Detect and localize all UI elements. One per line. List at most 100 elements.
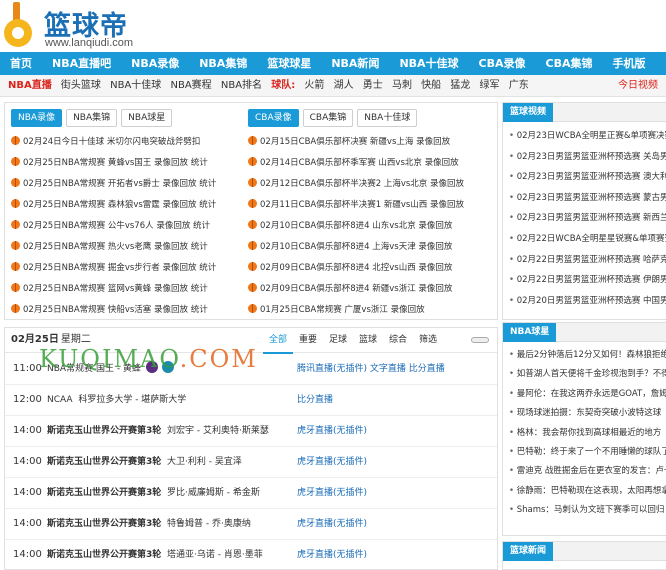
subnav-team-link[interactable]: 火箭 [304, 80, 324, 91]
subnav-today-video[interactable]: 今日视频 [618, 75, 658, 97]
site-header: 篮球帝 www.lanqiudi.com [0, 0, 666, 52]
list-item[interactable]: Shams：马刺认为文班下赛季可以回归 [509, 501, 666, 520]
list-item[interactable]: 徐静雨：巴特勒现在这表现，太阳再想拿到球 [509, 482, 666, 501]
tab-filter[interactable]: 筛选 [413, 328, 443, 354]
subnav-team-link[interactable]: 广东 [509, 80, 529, 91]
nba-video-column: NBA录像 NBA集锦 NBA球星 02月24日今日十佳球 米切尔闪电突破战斧劈… [11, 109, 241, 321]
list-item[interactable]: 02月23日男篮男篮亚洲杯预选赛 关岛男 [509, 147, 666, 168]
subnav-link[interactable]: 街头篮球 [61, 80, 101, 91]
list-item[interactable]: 02月25日NBA常规赛 快船vs活塞 录像回放 统计 [11, 300, 241, 321]
basketball-icon [11, 262, 20, 271]
cba-video-list: 02月15日CBA俱乐部杯决赛 新疆vs上海 录像回放 02月14日CBA俱乐部… [248, 132, 496, 321]
nav-item-home[interactable]: 首页 [0, 52, 42, 75]
list-item[interactable]: 02月10日CBA俱乐部杯8进4 上海vs天津 录像回放 [248, 237, 496, 258]
subnav-team-link[interactable]: 马刺 [392, 80, 412, 91]
basketball-icon [248, 199, 257, 208]
basketball-icon [248, 241, 257, 250]
nav-item-mobile[interactable]: 手机版 [603, 52, 656, 75]
site-url: www.lanqiudi.com [45, 37, 134, 49]
tab-cba-replay[interactable]: CBA录像 [248, 109, 299, 127]
list-item[interactable]: 最后2分钟落后12分又如何！森林狼拒绝认输 [509, 346, 666, 365]
list-item[interactable]: 格林：我会帮你找到高球相最近的地方 [509, 424, 666, 443]
list-item[interactable]: 02月23日男篮男篮亚洲杯预选赛 蒙古男篮 [509, 188, 666, 209]
nav-item-cba-replay[interactable]: CBA录像 [469, 52, 536, 75]
collapse-toggle[interactable] [471, 337, 489, 343]
subnav-link[interactable]: NBA赛程 [170, 80, 211, 91]
nav-item-basketball-stars[interactable]: 篮球球星 [257, 52, 321, 75]
basketball-icon [248, 220, 257, 229]
list-item[interactable]: 02月24日今日十佳球 米切尔闪电突破战斧劈扣 [11, 132, 241, 153]
schedule-panel: 02月25日 星期二 全部 重要 足球 篮球 综合 筛选 11:00 NBA常规赛… [4, 327, 498, 570]
list-item[interactable]: 02月25日NBA常规赛 黄蜂vs国王 录像回放 统计 [11, 153, 241, 174]
nav-item-nba-live[interactable]: NBA直播吧 [42, 52, 121, 75]
list-item[interactable]: 02月14日CBA俱乐部杯季军赛 山西vs北京 录像回放 [248, 153, 496, 174]
sidebar-video-title[interactable]: 篮球视频 [503, 103, 554, 122]
list-item[interactable]: 02月20日男篮男篮亚洲杯预选赛 中国男篮 [509, 291, 666, 312]
list-item[interactable]: 如普湖人首天便将千金珍视泡到手？不得不说 [509, 365, 666, 384]
list-item[interactable]: 现场球迷拍摄：东契奇突破小波特这球 [509, 404, 666, 423]
nav-item-nba-highlights[interactable]: NBA集锦 [189, 52, 257, 75]
nav-item-nba-news[interactable]: NBA新闻 [321, 52, 389, 75]
list-item[interactable]: 02月23日WCBA全明星正赛&单项赛决赛 [509, 126, 666, 147]
cba-video-column: CBA录像 CBA集锦 NBA十佳球 02月15日CBA俱乐部杯决赛 新疆vs上… [248, 109, 496, 321]
list-item[interactable]: 02月09日CBA俱乐部杯8进4 新疆vs浙江 录像回放 [248, 279, 496, 300]
list-item[interactable]: 02月11日CBA俱乐部杯半决赛1 新疆vs山西 录像回放 [248, 195, 496, 216]
basketball-logo-icon[interactable] [2, 2, 38, 48]
basketball-icon [11, 199, 20, 208]
list-item[interactable]: 02月09日CBA俱乐部杯8进4 北控vs山西 录像回放 [248, 258, 496, 279]
list-item[interactable]: 02月25日NBA常规赛 公牛vs76人 录像回放 统计 [11, 216, 241, 237]
nav-item-cba-highlights[interactable]: CBA集锦 [536, 52, 603, 75]
subnav-link[interactable]: NBA十佳球 [110, 80, 161, 91]
list-item[interactable]: 02月15日CBA俱乐部杯决赛 新疆vs上海 录像回放 [248, 132, 496, 153]
subnav-team-link[interactable]: 勇士 [363, 80, 383, 91]
sidebar-stars-panel: NBA球星 最后2分钟落后12分又如何！森林狼拒绝认输 如普湖人首天便将千金珍视… [502, 322, 666, 536]
list-item[interactable]: 曼阿伦：在我这两乔永远是GOAT，詹姆斯不行 [509, 385, 666, 404]
nav-item-nba-top10[interactable]: NBA十佳球 [389, 52, 468, 75]
nav-item-nba-replay[interactable]: NBA录像 [121, 52, 189, 75]
sidebar-news-title[interactable]: 篮球新闻 [503, 542, 554, 561]
list-item[interactable]: 02月12日CBA俱乐部杯半决赛2 上海vs北京 录像回放 [248, 174, 496, 195]
table-row: 14:00 斯诺克玉山世界公开赛第3轮 罗比·威廉姆斯 - 希金斯 虎牙直播(无… [5, 478, 497, 509]
list-item[interactable]: 02月25日NBA常规赛 开拓者vs爵士 录像回放 统计 [11, 174, 241, 195]
sidebar-news-panel: 篮球新闻 [502, 541, 666, 570]
subnav-nba-live[interactable]: NBA直播 [8, 80, 52, 91]
subnav-team-link[interactable]: 湖人 [334, 80, 354, 91]
basketball-icon [248, 283, 257, 292]
list-item[interactable]: 02月23日男篮男篮亚洲杯预选赛 新西兰男篮 [509, 208, 666, 229]
list-item[interactable]: 02月22日男篮男篮亚洲杯预选赛 伊朗男篮 [509, 270, 666, 291]
tab-nba-stars[interactable]: NBA球星 [121, 109, 173, 127]
list-item[interactable]: 雷迪克 战胜掘金后在更衣室的发言：卢卡 [509, 462, 666, 481]
kuqimao-watermark: KUQIMAO.COM [39, 345, 258, 373]
tab-nba-replay[interactable]: NBA录像 [11, 109, 63, 127]
tab-nba-highlights[interactable]: NBA集锦 [66, 109, 118, 127]
list-item[interactable]: 02月22日WCBA全明星星锐赛&单项赛预赛 [509, 229, 666, 250]
cba-video-tabs: CBA录像 CBA集锦 NBA十佳球 [248, 109, 496, 127]
table-row: 14:00 斯诺克玉山世界公开赛第3轮 刘宏宇 - 艾利奥特·斯莱瑟 虎牙直播(… [5, 416, 497, 447]
subnav-link[interactable]: NBA排名 [221, 80, 262, 91]
subnav-team-link[interactable]: 猛龙 [450, 80, 470, 91]
tab-general[interactable]: 综合 [383, 328, 413, 354]
tab-football[interactable]: 足球 [323, 328, 353, 354]
basketball-icon [11, 304, 20, 313]
nba-video-list: 02月24日今日十佳球 米切尔闪电突破战斧劈扣 02月25日NBA常规赛 黄蜂v… [11, 132, 241, 321]
list-item[interactable]: 02月25日NBA常规赛 掘金vs步行者 录像回放 统计 [11, 258, 241, 279]
list-item[interactable]: 02月25日NBA常规赛 热火vs老鹰 录像回放 统计 [11, 237, 241, 258]
sidebar-stars-title[interactable]: NBA球星 [503, 323, 557, 342]
subnav-team-link[interactable]: 绿军 [480, 80, 500, 91]
list-item[interactable]: 02月25日NBA常规赛 篮网vs黄蜂 录像回放 统计 [11, 279, 241, 300]
basketball-icon [11, 283, 20, 292]
sidebar-video-panel: 篮球视频 02月23日WCBA全明星正赛&单项赛决赛 02月23日男篮男篮亚洲杯… [502, 102, 666, 320]
list-item[interactable]: 02月25日NBA常规赛 森林狼vs雷霆 录像回放 统计 [11, 195, 241, 216]
tab-nba-top10[interactable]: NBA十佳球 [357, 109, 418, 127]
list-item[interactable]: 01月25日CBA常规赛 广厦vs浙江 录像回放 [248, 300, 496, 321]
basketball-icon [11, 157, 20, 166]
tab-basketball[interactable]: 篮球 [353, 328, 383, 354]
list-item[interactable]: 巴特勒：终于来了一个不用睡懒的球队了 [509, 443, 666, 462]
list-item[interactable]: 02月10日CBA俱乐部杯8进4 山东vs北京 录像回放 [248, 216, 496, 237]
tab-important[interactable]: 重要 [293, 328, 323, 354]
list-item[interactable]: 02月23日男篮男篮亚洲杯预选赛 澳大利亚 [509, 167, 666, 188]
subnav-team-link[interactable]: 快船 [421, 80, 441, 91]
tab-cba-highlights[interactable]: CBA集锦 [302, 109, 354, 127]
tab-all[interactable]: 全部 [263, 328, 293, 354]
list-item[interactable]: 02月22日男篮男篮亚洲杯预选赛 哈萨克斯坦 [509, 250, 666, 271]
